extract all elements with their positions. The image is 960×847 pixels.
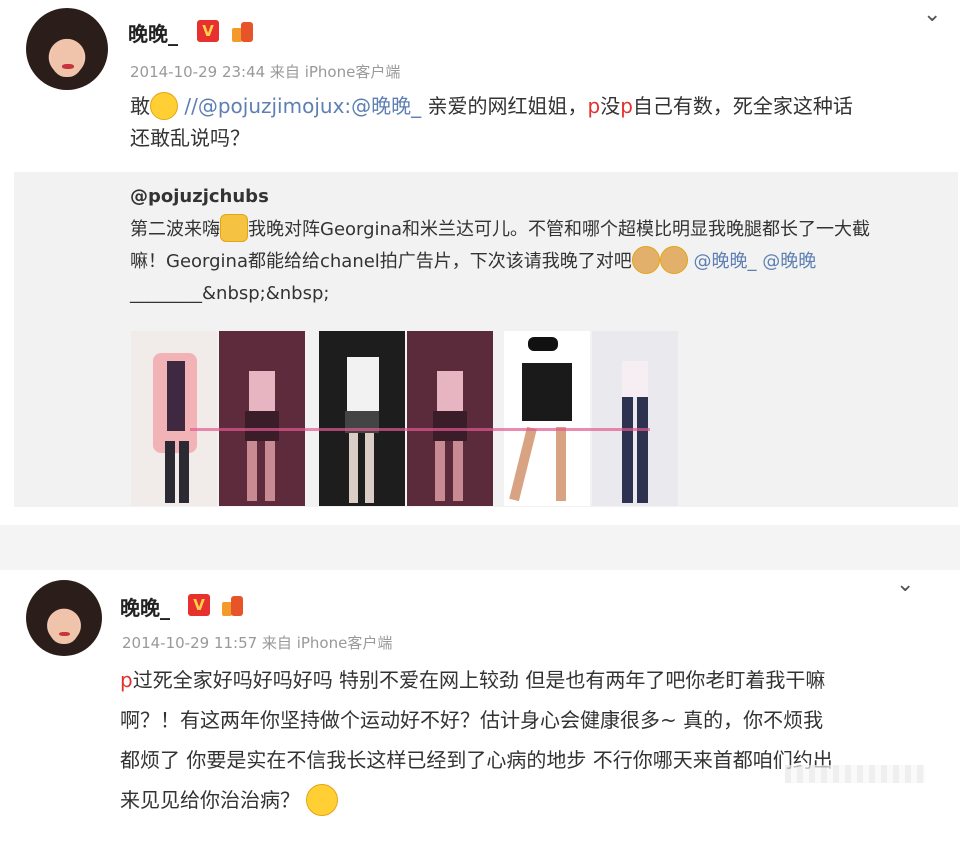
doge-emoji-icon [631,246,660,274]
post-text: 敢 //@pojuzjimojux:@晚晚_ 亲爱的网红姐姐，p没p自己有数，死… [130,90,940,154]
post-text: p过死全家好吗好吗好吗 特别不爱在网上较劲 但是也有两年了吧你老盯着我干嘛 啊？… [120,660,940,820]
repost-user[interactable]: @pojuzjchubs [130,186,269,207]
photo-3[interactable] [319,331,405,506]
photo-2[interactable] [219,331,305,506]
emoji-icon [150,91,178,120]
photo-6[interactable] [592,331,678,506]
avatar[interactable] [26,580,102,656]
photo-5[interactable] [504,331,590,506]
mention-link[interactable]: //@pojuzjimojux:@晚晚_ [184,94,421,118]
vip-badge-icon: V [188,594,210,616]
weibo-post-2: 晚晚_ V ⌄ 2014-10-29 11:57 来自 iPhone客户端 p过… [0,570,960,847]
doge-emoji-icon [659,246,688,274]
smile-emoji-icon [306,783,338,816]
post-divider [0,525,960,570]
avatar[interactable] [26,8,108,90]
username[interactable]: 晚晚_ [120,592,170,621]
cat-emoji-icon [220,214,248,242]
medal-icon [222,594,246,618]
post-meta: 2014-10-29 11:57 来自 iPhone客户端 [122,634,393,652]
repost-mentions[interactable]: @晚晚_ @晚晚 [694,251,817,272]
photo-4[interactable] [407,331,493,506]
weibo-post-1: 晚晚_ V ⌄ 2014-10-29 23:44 来自 iPhone客户端 敢 … [0,0,960,525]
username[interactable]: 晚晚_ [128,18,178,47]
repost-text: 第二波来嗨 我晚对阵Georgina和米兰达可儿。不管和哪个超模比明显我晚腿都长了… [130,214,930,310]
vip-badge-icon: V [197,20,219,42]
pink-measure-line [190,428,650,431]
photo-1[interactable] [131,331,217,506]
post-meta: 2014-10-29 23:44 来自 iPhone客户端 [130,63,401,81]
medal-icon [232,20,256,44]
chevron-down-icon[interactable]: ⌄ [923,2,941,27]
blur-watermark [785,765,925,783]
chevron-down-icon[interactable]: ⌄ [896,572,914,597]
